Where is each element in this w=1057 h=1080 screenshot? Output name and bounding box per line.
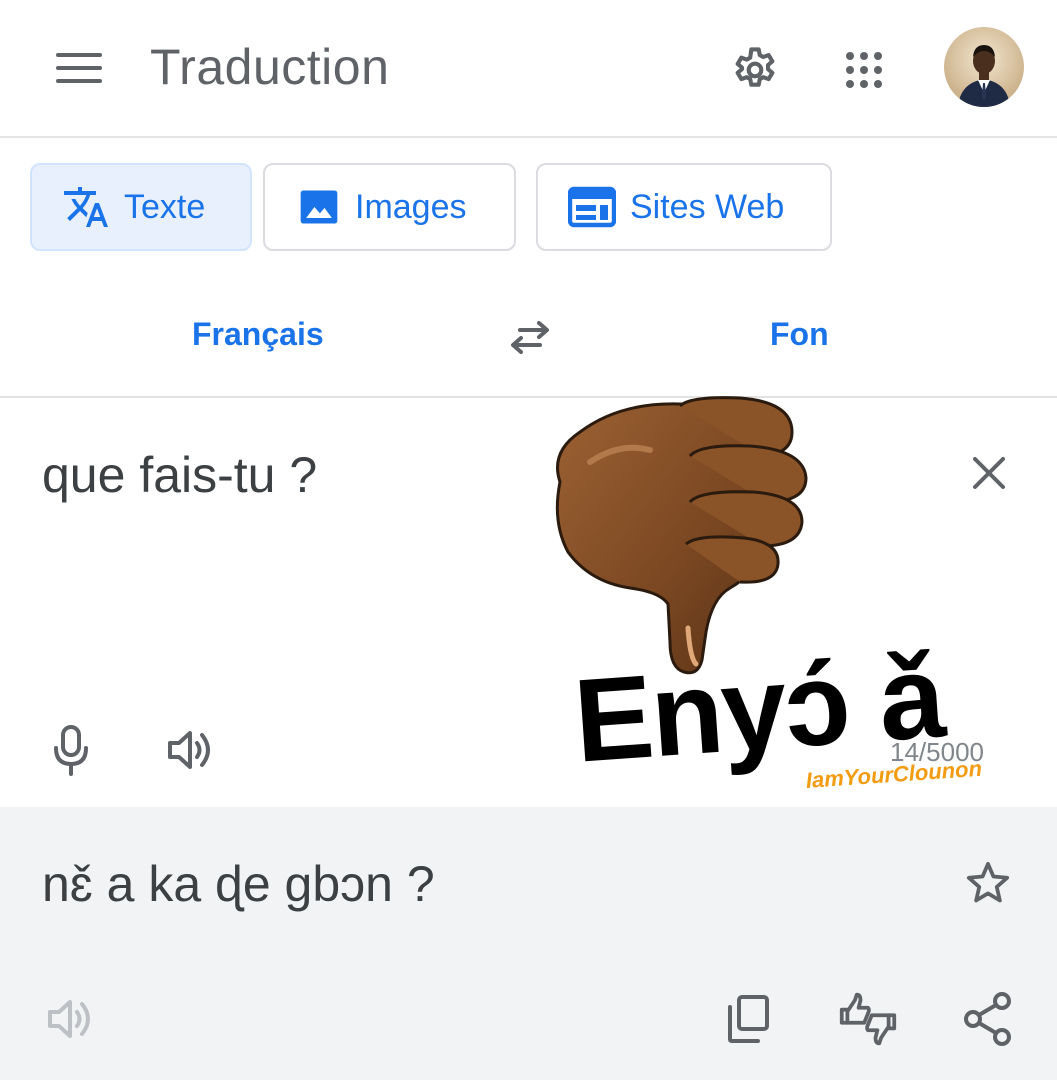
settings-icon[interactable] bbox=[725, 40, 785, 100]
translate-app: Traduction Texte Images Sites Web França… bbox=[0, 0, 1057, 1080]
tab-text-label: Texte bbox=[124, 187, 206, 226]
website-icon bbox=[568, 185, 616, 229]
speaker-icon[interactable] bbox=[160, 720, 220, 780]
target-language-button[interactable]: Fon bbox=[770, 316, 829, 353]
star-icon[interactable] bbox=[958, 853, 1018, 913]
thumbs-down-sticker: Enyɔ́ ǎ IamYourClounon bbox=[530, 392, 1010, 812]
app-title: Traduction bbox=[150, 39, 390, 95]
rate-translation-icon[interactable] bbox=[838, 987, 898, 1051]
microphone-icon[interactable] bbox=[44, 720, 98, 780]
language-bar: Français Fon bbox=[0, 280, 1057, 398]
source-language-button[interactable]: Français bbox=[192, 316, 324, 353]
menu-icon[interactable] bbox=[50, 45, 108, 95]
image-icon bbox=[297, 185, 341, 229]
tab-images[interactable]: Images bbox=[263, 163, 516, 251]
swap-languages-icon[interactable] bbox=[500, 312, 560, 362]
tab-websites[interactable]: Sites Web bbox=[536, 163, 832, 251]
result-panel: nɛ̌ a ka ɖe gbɔn ? bbox=[0, 807, 1057, 1080]
tab-images-label: Images bbox=[355, 187, 467, 226]
speaker-icon[interactable] bbox=[40, 987, 100, 1051]
app-header: Traduction bbox=[0, 0, 1057, 138]
translate-icon bbox=[62, 183, 110, 231]
copy-icon[interactable] bbox=[718, 987, 778, 1051]
tab-websites-label: Sites Web bbox=[630, 187, 785, 226]
source-input[interactable]: que fais-tu ? bbox=[42, 446, 317, 504]
apps-grid-icon[interactable] bbox=[834, 40, 894, 100]
share-icon[interactable] bbox=[958, 987, 1018, 1051]
avatar[interactable] bbox=[944, 27, 1024, 107]
tab-text[interactable]: Texte bbox=[30, 163, 252, 251]
translation-output: nɛ̌ a ka ɖe gbɔn ? bbox=[42, 856, 435, 912]
